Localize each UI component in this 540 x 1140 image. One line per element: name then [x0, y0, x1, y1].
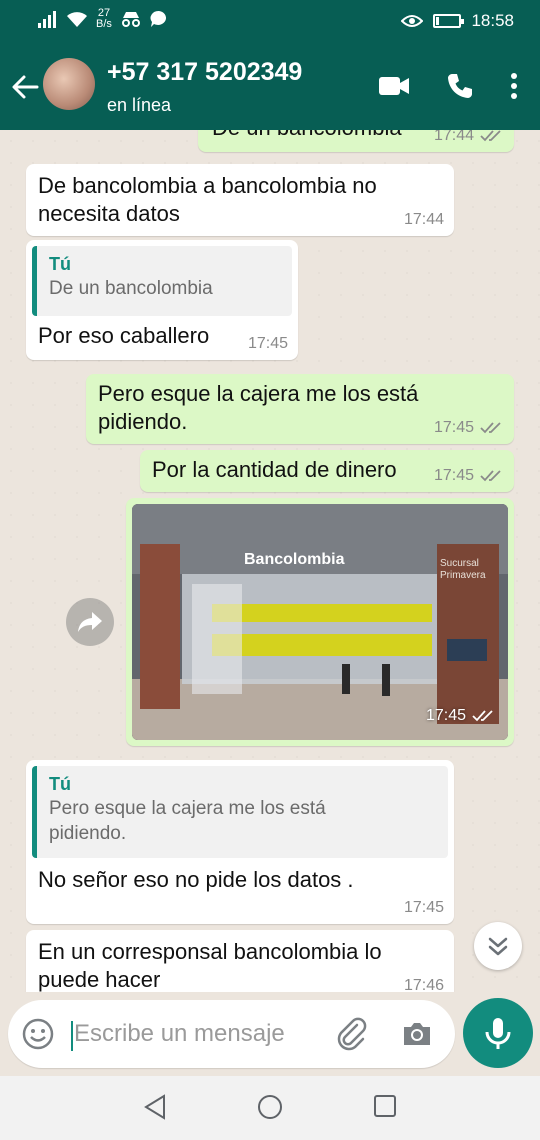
message-incoming-reply[interactable]: Tú De un bancolombia Por eso caballero 1… [26, 240, 298, 360]
message-time: 17:45 [433, 467, 474, 484]
message-incoming-reply[interactable]: Tú Pero esque la cajera me los está pidi… [26, 760, 454, 924]
chat-area[interactable]: De un bancolombia 17:44 De bancolombia a… [0, 130, 540, 992]
contact-status: en línea [107, 95, 172, 115]
sign-subtext: Primavera [440, 570, 486, 581]
message-text: Por eso caballero [38, 323, 210, 348]
eye-icon [401, 15, 424, 27]
message-text: necesita datos [38, 201, 180, 226]
quote-author: Tú [49, 774, 71, 794]
message-text: puede hacer [38, 967, 161, 992]
forward-icon [78, 612, 102, 632]
mic-button[interactable] [463, 998, 533, 1068]
read-ticks-icon [480, 422, 501, 434]
more-menu-icon[interactable] [510, 72, 518, 100]
message-incoming[interactable]: De bancolombia a bancolombia no necesita… [26, 164, 454, 236]
chat-header: +57 317 5202349 en línea [0, 44, 540, 130]
wifi-icon [67, 12, 87, 27]
mic-icon [485, 1018, 511, 1049]
message-text: En un corresponsal bancolombia lo [38, 939, 382, 964]
contact-name[interactable]: +57 317 5202349 [107, 58, 302, 87]
message-time: 17:44 [403, 211, 444, 228]
message-time: 17:45 [425, 707, 466, 724]
message-time: 17:44 [433, 130, 474, 144]
system-navigation-bar [0, 1076, 540, 1140]
sign-text: Bancolombia [244, 551, 345, 568]
net-speed: 27 B/s [96, 7, 112, 30]
scroll-down-button[interactable] [474, 922, 522, 970]
message-time: 17:45 [247, 335, 288, 352]
message-time: 17:45 [403, 899, 444, 916]
forward-button[interactable] [66, 598, 114, 646]
message-text: Por la cantidad de dinero [152, 457, 397, 482]
message-time: 17:45 [433, 419, 474, 436]
message-text: De un bancolombia [212, 130, 402, 142]
battery-icon [433, 14, 465, 28]
read-ticks-icon [480, 470, 501, 482]
message-outgoing[interactable]: De un bancolombia 17:44 [198, 130, 514, 152]
message-composer[interactable] [8, 1000, 455, 1068]
photo-attachment[interactable]: Bancolombia Sucursal Primavera 17:45 [132, 504, 508, 740]
status-bar: 27 B/s 18:58 [0, 0, 540, 44]
incognito-icon [121, 12, 140, 27]
quoted-message[interactable]: Tú De un bancolombia [32, 246, 292, 316]
nav-recents-icon[interactable] [373, 1094, 397, 1118]
message-outgoing[interactable]: Por la cantidad de dinero 17:45 [140, 450, 514, 492]
read-ticks-icon [480, 130, 501, 142]
text-caret [71, 1021, 73, 1051]
quote-author: Tú [49, 254, 71, 274]
quote-text: De un bancolombia [49, 278, 213, 299]
camera-icon[interactable] [401, 1020, 433, 1048]
status-time: 18:58 [471, 11, 514, 30]
quoted-message[interactable]: Tú Pero esque la cajera me los está pidi… [32, 766, 448, 858]
message-outgoing-image[interactable]: Bancolombia Sucursal Primavera 17:45 [126, 498, 514, 746]
message-incoming[interactable]: En un corresponsal bancolombia lo puede … [26, 930, 454, 992]
emoji-icon[interactable] [22, 1018, 54, 1050]
signal-icon [38, 11, 56, 28]
message-time: 17:46 [403, 977, 444, 993]
nav-back-icon[interactable] [143, 1094, 167, 1120]
video-call-icon[interactable] [378, 75, 410, 97]
message-text: De bancolombia a bancolombia no [38, 173, 377, 198]
back-arrow-icon[interactable] [10, 72, 40, 102]
message-text: Pero esque la cajera me los está [98, 381, 419, 406]
phone-icon[interactable] [446, 72, 474, 100]
avatar[interactable] [43, 58, 95, 110]
attach-icon[interactable] [335, 1017, 369, 1051]
message-text: pidiendo. [98, 409, 188, 434]
chat-notification-icon [150, 10, 166, 27]
nav-home-icon[interactable] [257, 1094, 283, 1120]
message-text: No señor eso no pide los datos . [38, 867, 354, 892]
read-ticks-icon [472, 710, 493, 722]
quote-text: pidiendo. [49, 823, 127, 844]
scroll-down-icon [488, 937, 508, 956]
quote-text: Pero esque la cajera me los está [49, 798, 326, 819]
message-outgoing[interactable]: Pero esque la cajera me los está pidiend… [86, 374, 514, 444]
composer-bar [0, 992, 540, 1076]
message-input[interactable] [74, 1020, 324, 1048]
sign-subtext: Sucursal [440, 558, 479, 569]
